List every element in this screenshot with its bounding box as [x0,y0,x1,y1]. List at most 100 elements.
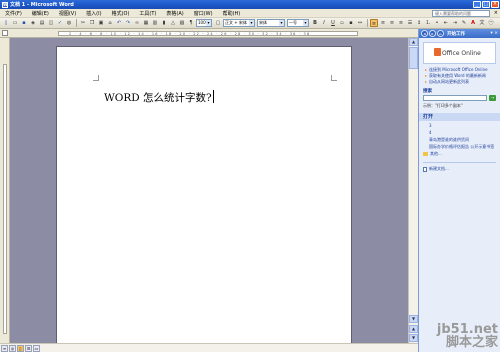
menu-edit[interactable]: 编辑(E) [27,10,54,17]
menu-insert[interactable]: 插入(I) [81,10,106,17]
decrease-indent-icon[interactable]: ⇤ [442,19,450,27]
print-preview-icon[interactable]: ◫ [47,19,55,27]
outline-view-button[interactable]: ☰ [25,344,32,352]
research-icon[interactable]: ◍ [65,19,73,27]
save-icon[interactable]: ▪ [20,19,28,27]
undo-icon[interactable]: ↶ [115,19,123,27]
scroll-up-button[interactable]: ▲ [409,38,418,46]
show-hide-icon[interactable]: ¶ [187,19,195,27]
document-page[interactable]: WORD 怎么统计字数? [56,46,352,343]
italic-button[interactable]: I [320,19,328,27]
search-go-button[interactable]: → [489,95,496,101]
distributed-icon[interactable]: ☰ [406,19,414,27]
task-pane-close-icon[interactable]: ▾ × [491,31,498,36]
format-painter-icon[interactable]: ⌂ [106,19,114,27]
recent-file[interactable]: 国际办学价格评估报告 公开示意书签 [429,144,496,149]
recent-file[interactable]: 4 [429,130,496,135]
underline-button[interactable]: U [329,19,337,27]
menu-window[interactable]: 窗口(W) [189,10,218,17]
bullet-icon: ▸ [425,79,428,84]
permission-icon[interactable]: ◈ [29,19,37,27]
insert-table-icon[interactable]: ▥ [151,19,159,27]
style-select[interactable]: 正文 + 宋体 ▾ [223,19,255,27]
tab-selector[interactable] [2,30,8,36]
columns-icon[interactable]: ▮ [160,19,168,27]
tables-borders-icon[interactable]: ▦ [142,19,150,27]
spelling-icon[interactable]: ✓ [56,19,64,27]
menu-table[interactable]: 表格(A) [161,10,188,17]
back-icon[interactable]: ◂ [421,30,428,37]
more-files-link[interactable]: 其他... [423,151,496,157]
font-color-button[interactable]: A [469,19,477,27]
taskpane-link-connect[interactable]: ▸ 连接到 Microsoft Office Online [425,67,496,72]
recent-file[interactable]: 青岛港是谁的谁供货间 [429,137,496,142]
document-text[interactable]: WORD 怎么统计字数? [104,90,214,105]
taskpane-search-input[interactable] [423,95,488,101]
help-search-input[interactable]: 键入需要帮助的问题 [432,10,490,17]
zoom-select[interactable]: 100% ▾ [196,19,212,27]
recent-file[interactable]: 3 [429,123,496,128]
menu-format[interactable]: 格式(O) [107,10,135,17]
phonetic-guide-icon[interactable]: 文 [478,19,486,27]
document-close-icon[interactable]: × [494,10,498,16]
next-page-button[interactable]: ▼ [409,334,418,342]
scroll-down-button[interactable]: ▼ [409,315,418,323]
character-shading-icon[interactable]: ▪ [347,19,355,27]
print-icon[interactable]: ▤ [38,19,46,27]
home-icon[interactable]: ⌂ [437,30,444,37]
taskpane-link-update[interactable]: ▸ 自动从网站更新此列表 [425,79,496,84]
menu-help[interactable]: 帮助(H) [218,10,246,17]
previous-page-button[interactable]: ▲ [409,325,418,333]
bullet-icon: ▸ [425,67,428,72]
menu-tools[interactable]: 工具(T) [134,10,161,17]
word-app-icon[interactable]: W [2,1,8,8]
character-border-icon[interactable]: ▫ [338,19,346,27]
new-document-link[interactable]: 新建文档... [423,166,496,172]
document-map-icon[interactable]: ▧ [178,19,186,27]
maximize-button[interactable]: □ [482,1,490,8]
align-right-icon[interactable]: ≡ [388,19,396,27]
normal-view-button[interactable]: ≡ [1,344,8,352]
watermark: jb51.net 脚本之家 [437,323,498,350]
bold-button[interactable]: B [311,19,319,27]
close-button[interactable]: × [491,1,499,8]
vertical-ruler-track[interactable] [3,64,7,334]
line-spacing-icon[interactable]: ↕ [415,19,423,27]
new-document-icon[interactable]: ▯ [2,19,10,27]
hyperlink-icon[interactable]: ∞ [133,19,141,27]
drawing-icon[interactable]: △ [169,19,177,27]
open-icon[interactable]: ▭ [11,19,19,27]
web-view-button[interactable]: ◎ [9,344,16,352]
copy-icon[interactable]: ❐ [88,19,96,27]
scroll-thumb[interactable] [409,47,418,69]
reading-view-button[interactable]: ▭ [33,344,40,352]
minimize-button[interactable]: _ [473,1,481,8]
align-left-icon[interactable]: ≡ [370,19,378,27]
justify-icon[interactable]: ≡ [397,19,405,27]
taskpane-link-news[interactable]: ▸ 获取有关使用 Word 的最新新闻 [425,73,496,78]
increase-indent-icon[interactable]: ⇥ [451,19,459,27]
document-text-content: WORD 怎么统计字数? [104,92,212,104]
enclose-characters-icon[interactable]: ㊀ [487,19,495,27]
read-icon[interactable]: ▢ [214,19,222,27]
paste-icon[interactable]: ▣ [97,19,105,27]
print-view-button[interactable]: ▯ [17,344,24,352]
cut-icon[interactable]: ✂ [79,19,87,27]
menu-view[interactable]: 视图(V) [54,10,81,17]
vertical-scrollbar[interactable]: ▲ ▼ ▲ ▼ [408,38,418,343]
highlight-icon[interactable]: ✎ [460,19,468,27]
window-controls: _ □ × [473,1,499,8]
vertical-ruler [0,38,10,343]
style-value: 正文 + 宋体 [225,20,247,25]
bullets-icon[interactable]: • [433,19,441,27]
font-select[interactable]: 宋体 ▾ [257,19,285,27]
menu-file[interactable]: 文件(F) [0,10,27,17]
font-size-select[interactable]: 一号 ▾ [287,19,309,27]
numbering-icon[interactable]: ⒈ [424,19,432,27]
office-logo-icon [434,48,441,56]
ruler-track[interactable]: 2 · 4 · 6 · 8 · 10 · 12 · 14 · 16 · 18 ·… [58,31,358,36]
redo-icon[interactable]: ↷ [124,19,132,27]
align-center-icon[interactable]: ≡ [379,19,387,27]
forward-icon[interactable]: ▸ [429,30,436,37]
character-scale-icon[interactable]: ↔ [356,19,364,27]
